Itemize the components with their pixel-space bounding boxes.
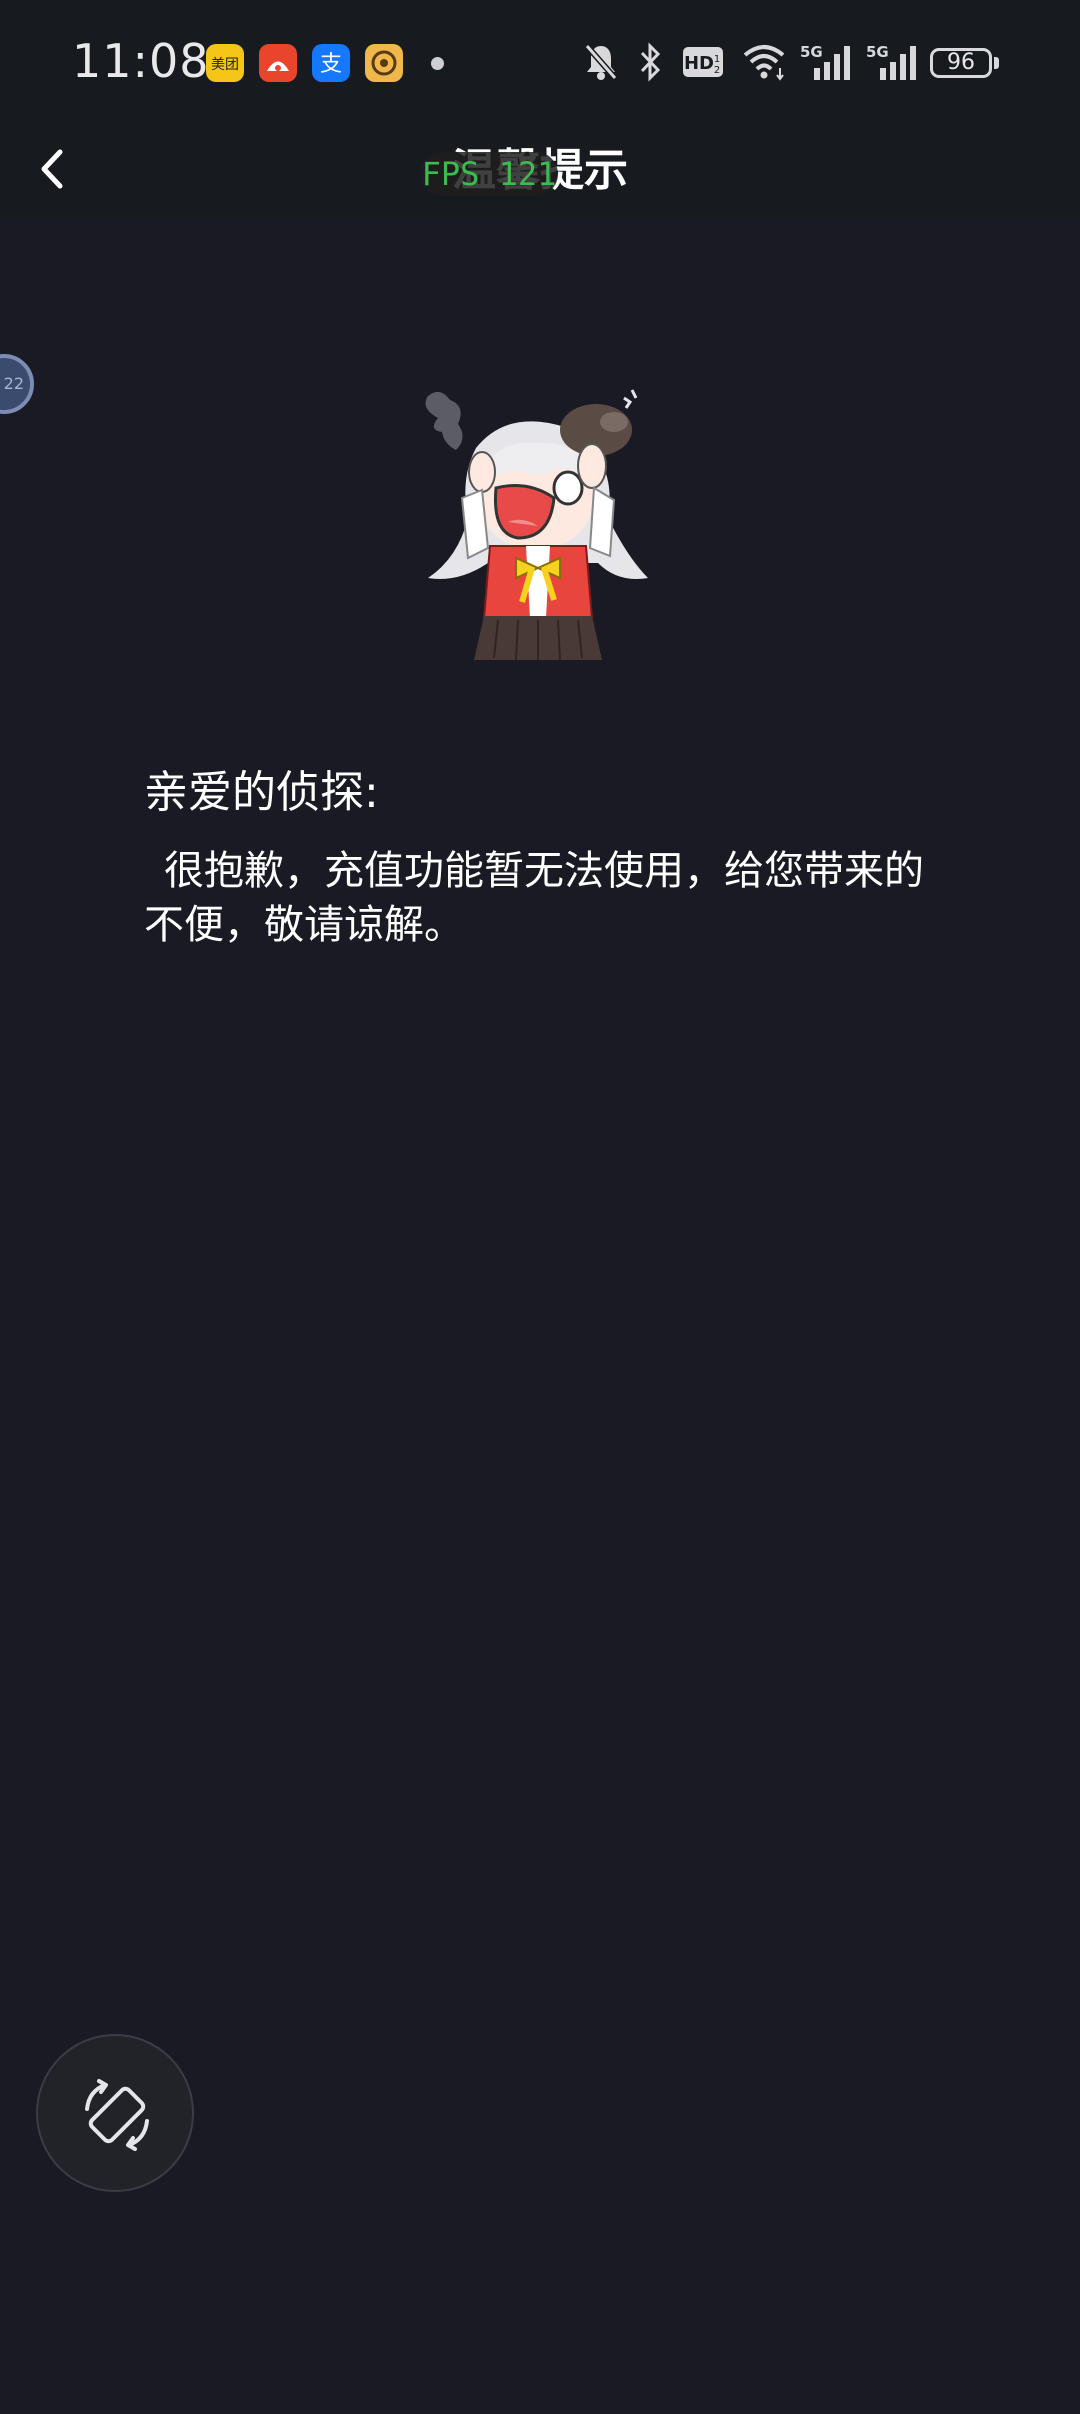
svg-text:2: 2 — [714, 65, 720, 76]
rotate-screen-button[interactable] — [36, 2034, 194, 2192]
app-target-icon — [365, 44, 403, 82]
screen: 11:08 美团 支 HD 1 2 5G 5G 96 FPS 121 22 亲爱… — [0, 0, 1080, 2414]
rotate-screen-icon — [85, 2079, 149, 2151]
mute-bell-icon — [584, 44, 618, 80]
status-bar: 11:08 美团 支 HD 1 2 5G 5G 96 — [0, 0, 1080, 126]
svg-text:HD: HD — [684, 53, 714, 74]
crying-mascot-illustration — [425, 389, 648, 661]
status-time: 11:08 — [72, 34, 210, 88]
bluetooth-icon — [640, 42, 661, 82]
svg-text:1: 1 — [714, 54, 720, 65]
notice-message: 很抱歉，充值功能暂无法使用，给您带来的不便，敬请谅解。 — [144, 848, 924, 948]
svg-text:5G: 5G — [800, 43, 823, 61]
more-notifications-dot — [431, 57, 444, 70]
meituan-icon: 美团 — [206, 44, 244, 82]
title-bar: 温馨提示 FPS 121 — [0, 126, 1080, 218]
signal-5g-icon: 5G — [866, 43, 916, 80]
signal-5g-icon: 5G — [800, 43, 850, 80]
svg-text:美团: 美团 — [211, 57, 239, 73]
alipay-icon: 支 — [312, 44, 350, 82]
floating-assistant-bubble[interactable]: 22 — [0, 354, 34, 414]
battery-tip — [994, 57, 999, 69]
fps-overlay: FPS 121 — [420, 152, 558, 196]
greeting-text: 亲爱的侦探: — [144, 767, 379, 818]
hd-voice-icon: HD 1 2 — [683, 47, 723, 77]
wifi-icon — [743, 45, 785, 81]
app-red-icon — [259, 44, 297, 82]
battery-icon: 96 — [930, 48, 992, 78]
svg-text:支: 支 — [320, 52, 342, 77]
svg-text:5G: 5G — [866, 43, 889, 61]
